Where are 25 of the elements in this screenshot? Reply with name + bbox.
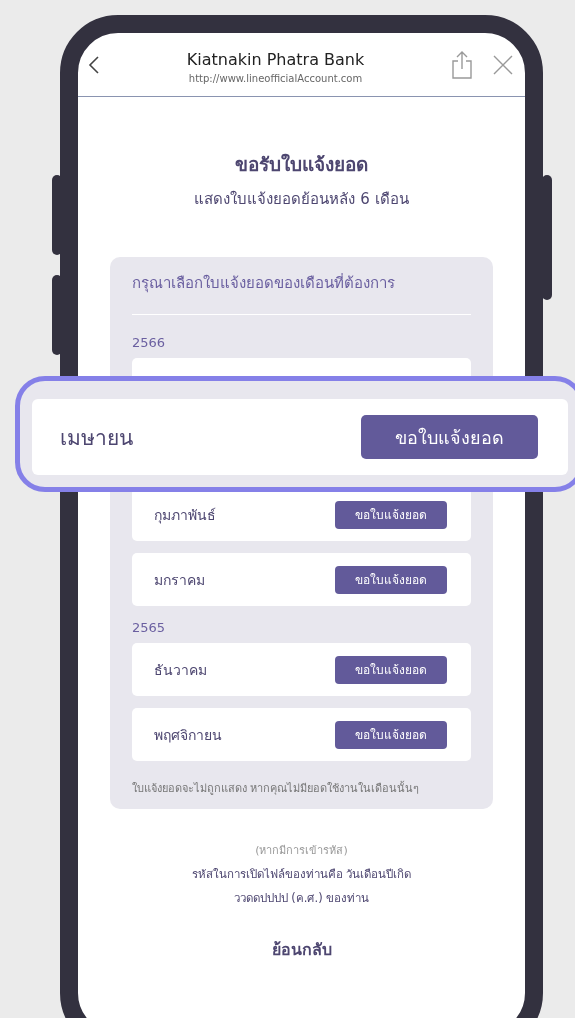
request-statement-button[interactable]: ขอใบแจ้งยอด [335, 720, 447, 749]
request-statement-button[interactable]: ขอใบแจ้งยอด [361, 415, 538, 459]
request-statement-button[interactable]: ขอใบแจ้งยอด [335, 565, 447, 594]
month-label: กุมภาพันธ์ [154, 505, 216, 526]
back-link[interactable]: ย้อนกลับ [271, 937, 332, 962]
page-url: http://www.lineofficialAccount.com [188, 72, 363, 84]
month-label: ธันวาคม [154, 660, 207, 680]
panel-title: กรุณาเลือกใบแจ้งยอดของเดือนที่ต้องการ [132, 271, 471, 315]
year-label: 2565 [132, 620, 167, 635]
month-label: มกราคม [154, 570, 205, 590]
page-subheading: แสดงใบแจ้งยอดย้อนหลัง 6 เดือน [194, 189, 409, 210]
month-label: พฤศจิกายน [154, 725, 222, 745]
request-statement-button[interactable]: ขอใบแจ้งยอด [335, 655, 447, 684]
panel-note: ใบแจ้งยอดจะไม่ถูกแสดง หากคุณไม่มียอดใช้งานในเดือนนั้นๆ [132, 780, 421, 797]
password-note: ววดดปปปป (ค.ศ.) ของท่าน [233, 890, 370, 907]
month-label: เมษายน [60, 424, 133, 452]
password-note: รหัสในการเปิดไฟล์ของท่านคือ วันเดือนปีเกิด [191, 866, 412, 883]
page-heading: ขอรับใบแจ้งยอด [235, 152, 368, 177]
request-statement-button[interactable]: ขอใบแจ้งยอด [335, 500, 447, 529]
share-icon[interactable] [451, 50, 473, 79]
close-icon[interactable] [493, 54, 513, 75]
password-hint: (หากมีการเข้ารหัส) [255, 843, 348, 859]
year-label: 2566 [132, 335, 167, 350]
page-title: Kiatnakin Phatra Bank [186, 49, 365, 69]
back-icon[interactable] [88, 54, 100, 75]
